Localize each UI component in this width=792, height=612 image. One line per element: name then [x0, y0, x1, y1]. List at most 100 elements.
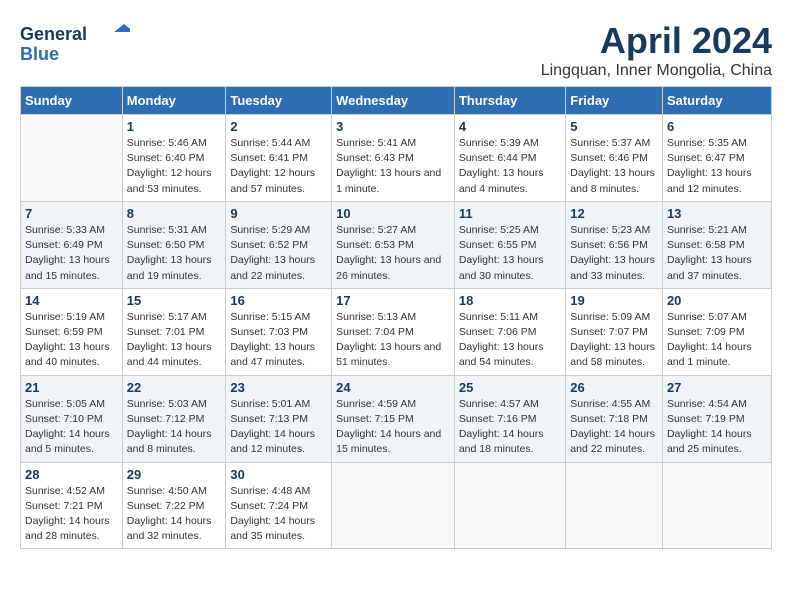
day-number: 18 — [459, 293, 561, 308]
day-number: 1 — [127, 119, 222, 134]
day-number: 7 — [25, 206, 118, 221]
day-info: Sunrise: 5:23 AM Sunset: 6:56 PM Dayligh… — [570, 223, 658, 284]
calendar-cell: 15 Sunrise: 5:17 AM Sunset: 7:01 PM Dayli… — [122, 288, 226, 375]
day-info: Sunrise: 5:35 AM Sunset: 6:47 PM Dayligh… — [667, 136, 767, 197]
calendar-cell: 17 Sunrise: 5:13 AM Sunset: 7:04 PM Dayli… — [332, 288, 455, 375]
day-info: Sunrise: 4:55 AM Sunset: 7:18 PM Dayligh… — [570, 397, 658, 458]
calendar-cell: 26Sunrise: 4:55 AM Sunset: 7:18 PM Dayli… — [566, 375, 663, 462]
calendar-cell — [332, 462, 455, 549]
weekday-header-monday: Monday — [122, 87, 226, 115]
calendar-cell: 24 Sunrise: 4:59 AM Sunset: 7:15 PM Dayli… — [332, 375, 455, 462]
calendar-cell: 6Sunrise: 5:35 AM Sunset: 6:47 PM Daylig… — [662, 115, 771, 202]
day-info: Sunrise: 5:27 AM Sunset: 6:53 PM Dayligh… — [336, 223, 450, 284]
day-number: 20 — [667, 293, 767, 308]
weekday-header-friday: Friday — [566, 87, 663, 115]
week-row-3: 14 Sunrise: 5:19 AM Sunset: 6:59 PM Dayli… — [21, 288, 772, 375]
day-info: Sunrise: 4:57 AM Sunset: 7:16 PM Dayligh… — [459, 397, 561, 458]
day-number: 5 — [570, 119, 658, 134]
day-number: 11 — [459, 206, 561, 221]
calendar-cell: 8 Sunrise: 5:31 AM Sunset: 6:50 PM Daylig… — [122, 201, 226, 288]
calendar-cell — [454, 462, 565, 549]
weekday-header-sunday: Sunday — [21, 87, 123, 115]
day-info: Sunrise: 5:46 AM Sunset: 6:40 PM Dayligh… — [127, 136, 222, 197]
title-block: April 2024 Lingquan, Inner Mongolia, Chi… — [541, 20, 772, 80]
day-info: Sunrise: 5:33 AM Sunset: 6:49 PM Dayligh… — [25, 223, 118, 284]
calendar-cell: 9Sunrise: 5:29 AM Sunset: 6:52 PM Daylig… — [226, 201, 332, 288]
logo-svg: General Blue — [20, 20, 130, 64]
day-info: Sunrise: 5:41 AM Sunset: 6:43 PM Dayligh… — [336, 136, 450, 197]
week-row-4: 21 Sunrise: 5:05 AM Sunset: 7:10 PM Dayli… — [21, 375, 772, 462]
day-info: Sunrise: 4:48 AM Sunset: 7:24 PM Dayligh… — [230, 484, 327, 545]
svg-text:General: General — [20, 24, 87, 44]
calendar-cell: 19 Sunrise: 5:09 AM Sunset: 7:07 PM Dayli… — [566, 288, 663, 375]
day-number: 30 — [230, 467, 327, 482]
calendar-cell — [21, 115, 123, 202]
day-info: Sunrise: 5:31 AM Sunset: 6:50 PM Dayligh… — [127, 223, 222, 284]
day-info: Sunrise: 5:05 AM Sunset: 7:10 PM Dayligh… — [25, 397, 118, 458]
day-info: Sunrise: 5:11 AM Sunset: 7:06 PM Dayligh… — [459, 310, 561, 371]
day-number: 13 — [667, 206, 767, 221]
day-number: 10 — [336, 206, 450, 221]
day-number: 24 — [336, 380, 450, 395]
weekday-header-row: SundayMondayTuesdayWednesdayThursdayFrid… — [21, 87, 772, 115]
weekday-header-wednesday: Wednesday — [332, 87, 455, 115]
day-number: 21 — [25, 380, 118, 395]
day-number: 19 — [570, 293, 658, 308]
weekday-header-tuesday: Tuesday — [226, 87, 332, 115]
day-info: Sunrise: 5:29 AM Sunset: 6:52 PM Dayligh… — [230, 223, 327, 284]
day-number: 29 — [127, 467, 222, 482]
day-number: 16 — [230, 293, 327, 308]
calendar-cell: 12 Sunrise: 5:23 AM Sunset: 6:56 PM Dayli… — [566, 201, 663, 288]
calendar-table: SundayMondayTuesdayWednesdayThursdayFrid… — [20, 86, 772, 549]
day-number: 28 — [25, 467, 118, 482]
page-header: General Blue April 2024 Lingquan, Inner … — [20, 20, 772, 80]
calendar-cell: 4 Sunrise: 5:39 AM Sunset: 6:44 PM Daylig… — [454, 115, 565, 202]
day-info: Sunrise: 4:54 AM Sunset: 7:19 PM Dayligh… — [667, 397, 767, 458]
weekday-header-thursday: Thursday — [454, 87, 565, 115]
calendar-cell: 2 Sunrise: 5:44 AM Sunset: 6:41 PM Daylig… — [226, 115, 332, 202]
day-number: 8 — [127, 206, 222, 221]
day-number: 25 — [459, 380, 561, 395]
day-info: Sunrise: 5:25 AM Sunset: 6:55 PM Dayligh… — [459, 223, 561, 284]
day-info: Sunrise: 5:01 AM Sunset: 7:13 PM Dayligh… — [230, 397, 327, 458]
calendar-cell: 30 Sunrise: 4:48 AM Sunset: 7:24 PM Dayli… — [226, 462, 332, 549]
day-info: Sunrise: 4:59 AM Sunset: 7:15 PM Dayligh… — [336, 397, 450, 458]
day-number: 27 — [667, 380, 767, 395]
day-number: 14 — [25, 293, 118, 308]
day-number: 2 — [230, 119, 327, 134]
calendar-cell: 25 Sunrise: 4:57 AM Sunset: 7:16 PM Dayli… — [454, 375, 565, 462]
calendar-cell: 1 Sunrise: 5:46 AM Sunset: 6:40 PM Daylig… — [122, 115, 226, 202]
day-info: Sunrise: 5:37 AM Sunset: 6:46 PM Dayligh… — [570, 136, 658, 197]
calendar-cell: 7 Sunrise: 5:33 AM Sunset: 6:49 PM Daylig… — [21, 201, 123, 288]
day-number: 22 — [127, 380, 222, 395]
location-subtitle: Lingquan, Inner Mongolia, China — [541, 62, 772, 80]
month-title: April 2024 — [541, 20, 772, 62]
weekday-header-saturday: Saturday — [662, 87, 771, 115]
day-info: Sunrise: 5:15 AM Sunset: 7:03 PM Dayligh… — [230, 310, 327, 371]
calendar-cell: 21 Sunrise: 5:05 AM Sunset: 7:10 PM Dayli… — [21, 375, 123, 462]
day-info: Sunrise: 5:03 AM Sunset: 7:12 PM Dayligh… — [127, 397, 222, 458]
week-row-1: 1 Sunrise: 5:46 AM Sunset: 6:40 PM Daylig… — [21, 115, 772, 202]
calendar-cell: 27 Sunrise: 4:54 AM Sunset: 7:19 PM Dayli… — [662, 375, 771, 462]
day-number: 3 — [336, 119, 450, 134]
day-number: 12 — [570, 206, 658, 221]
day-number: 4 — [459, 119, 561, 134]
day-info: Sunrise: 5:17 AM Sunset: 7:01 PM Dayligh… — [127, 310, 222, 371]
day-info: Sunrise: 5:44 AM Sunset: 6:41 PM Dayligh… — [230, 136, 327, 197]
day-number: 15 — [127, 293, 222, 308]
calendar-cell: 5 Sunrise: 5:37 AM Sunset: 6:46 PM Daylig… — [566, 115, 663, 202]
calendar-cell: 3 Sunrise: 5:41 AM Sunset: 6:43 PM Daylig… — [332, 115, 455, 202]
logo: General Blue — [20, 20, 130, 64]
day-info: Sunrise: 5:09 AM Sunset: 7:07 PM Dayligh… — [570, 310, 658, 371]
day-info: Sunrise: 5:13 AM Sunset: 7:04 PM Dayligh… — [336, 310, 450, 371]
calendar-cell: 23Sunrise: 5:01 AM Sunset: 7:13 PM Dayli… — [226, 375, 332, 462]
day-info: Sunrise: 5:39 AM Sunset: 6:44 PM Dayligh… — [459, 136, 561, 197]
day-info: Sunrise: 5:19 AM Sunset: 6:59 PM Dayligh… — [25, 310, 118, 371]
svg-text:Blue: Blue — [20, 44, 59, 64]
calendar-cell: 16 Sunrise: 5:15 AM Sunset: 7:03 PM Dayli… — [226, 288, 332, 375]
calendar-cell: 10 Sunrise: 5:27 AM Sunset: 6:53 PM Dayli… — [332, 201, 455, 288]
day-info: Sunrise: 5:07 AM Sunset: 7:09 PM Dayligh… — [667, 310, 767, 371]
week-row-2: 7 Sunrise: 5:33 AM Sunset: 6:49 PM Daylig… — [21, 201, 772, 288]
day-number: 17 — [336, 293, 450, 308]
calendar-cell: 18 Sunrise: 5:11 AM Sunset: 7:06 PM Dayli… — [454, 288, 565, 375]
